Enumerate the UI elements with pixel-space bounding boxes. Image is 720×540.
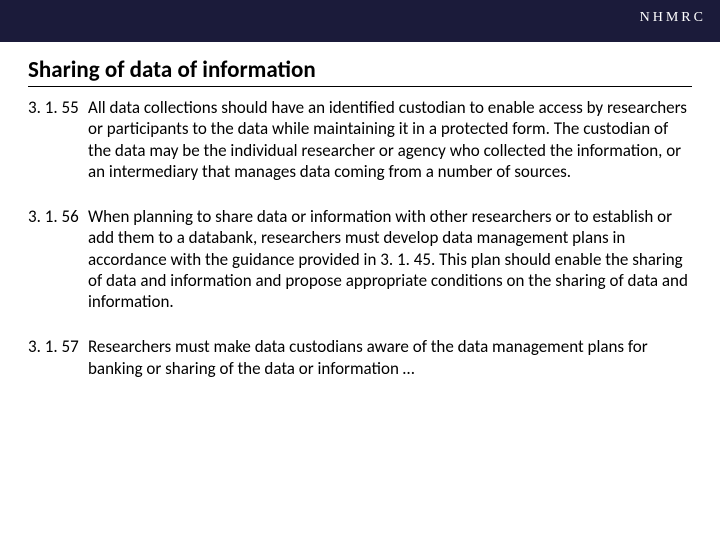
document-body: Sharing of data of information 3. 1. 55 … bbox=[0, 42, 720, 379]
clause-text: When planning to share data or informati… bbox=[88, 206, 692, 312]
clause-text: Researchers must make data custodians aw… bbox=[88, 336, 692, 379]
clause-number: 3. 1. 55 bbox=[28, 97, 88, 182]
clause-text: All data collections should have an iden… bbox=[88, 97, 692, 182]
clause-item: 3. 1. 56 When planning to share data or … bbox=[28, 206, 692, 312]
section-title: Sharing of data of information bbox=[28, 56, 692, 87]
clause-number: 3. 1. 56 bbox=[28, 206, 88, 312]
brand-logo: NHMRC bbox=[640, 10, 706, 26]
clause-number: 3. 1. 57 bbox=[28, 336, 88, 379]
header-bar: NHMRC bbox=[0, 0, 720, 42]
clause-item: 3. 1. 55 All data collections should hav… bbox=[28, 97, 692, 182]
clause-item: 3. 1. 57 Researchers must make data cust… bbox=[28, 336, 692, 379]
